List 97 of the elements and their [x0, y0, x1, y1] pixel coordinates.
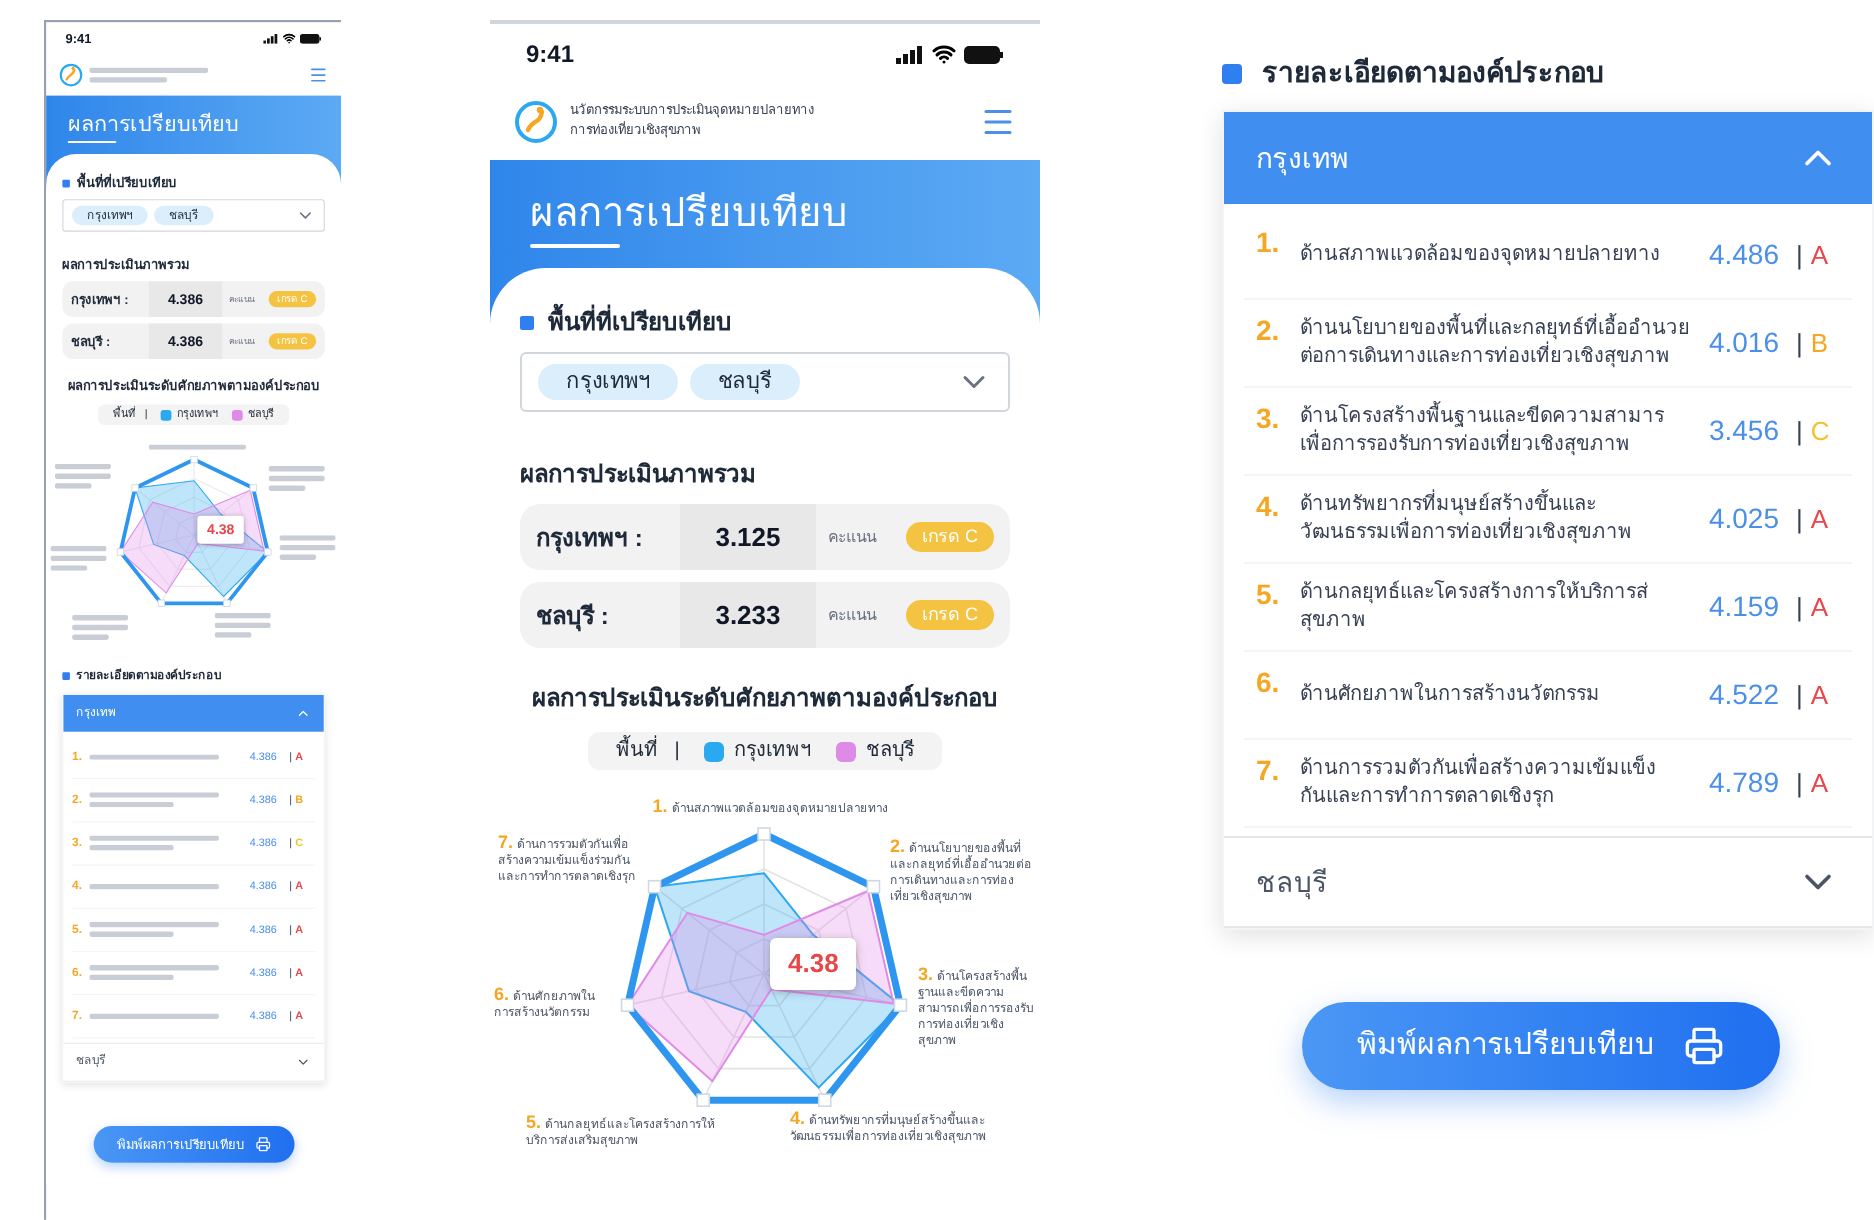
printer-icon [1683, 1026, 1723, 1066]
row-text: ด้านทรัพยากรที่มนุษย์สร้างขึ้นและ [1300, 491, 1598, 517]
text-placeholder-drawing [89, 753, 219, 760]
score-value: 3.233 [680, 582, 816, 648]
row-number: 3. [1254, 400, 1282, 438]
signal-icon [896, 45, 924, 63]
row-number: 7. [1254, 752, 1282, 790]
print-button[interactable]: พิมพ์ผลการเปรียบเทียบ [1301, 1002, 1779, 1090]
row-separator: | [1796, 677, 1803, 714]
row-text: กันและการทำการตลาดเชิงรุก [1300, 783, 1556, 811]
text-placeholder-drawing [50, 545, 107, 571]
text-placeholder-drawing [89, 792, 219, 808]
text-placeholder-drawing [148, 444, 246, 450]
legend-text: กรุงเทพฯ [733, 738, 812, 766]
row-score: 4.159 [1706, 588, 1782, 626]
battery-icon [964, 45, 1004, 63]
row-score: 4.789 [1706, 764, 1782, 802]
row-text: เพื่อการรองรับการท่องเที่ยวเชิงสุขภาพ [1300, 431, 1632, 459]
area-select[interactable]: กรุงเทพฯ ชลบุรี [520, 352, 1010, 412]
row-separator: | [1796, 589, 1803, 626]
logo-icon [59, 63, 83, 87]
legend-label: พื้นที่ [616, 736, 659, 766]
row-text: วัฒนธรรมเพื่อการท่องเที่ยวเชิงสุขภาพ [1300, 519, 1634, 547]
row-text: ด้านการรวมตัวกันเพื่อสร้างความเข้มแข็ง [1300, 755, 1658, 783]
row-text: ด้านกลยุทธ์และโครงสร้างการให้บริการส่ [1300, 579, 1650, 607]
row-score: 4.025 [1706, 500, 1782, 538]
row-separator: | [1796, 413, 1803, 450]
menu-icon[interactable] [308, 65, 329, 85]
accordion-header[interactable]: ชลบุรี [1224, 838, 1872, 926]
logo-icon [514, 100, 558, 144]
grade-badge: เกรด C [906, 599, 994, 631]
signal-icon [263, 33, 279, 44]
section-marker [62, 179, 70, 187]
section-heading: พื้นที่ที่เปรียบเทียบ [548, 304, 732, 340]
grade-badge: เกรด C [906, 521, 994, 553]
page-title: ผลการเปรียบเทียบ [530, 190, 850, 240]
text-placeholder-drawing [89, 67, 209, 83]
row-text: ด้านศักยภาพในการสร้างนวัตกรรม [1300, 681, 1602, 709]
text-placeholder-drawing [89, 965, 219, 981]
row-text: สุขภาพ [1300, 607, 1368, 635]
score-unit: คะแนน [828, 525, 876, 549]
row-number: 5. [1254, 576, 1282, 614]
section-marker [520, 315, 534, 329]
text-placeholder-drawing [89, 1013, 219, 1019]
row-score: 3.456 [1706, 412, 1782, 450]
row-number: 6. [1254, 664, 1282, 702]
battery-icon [299, 33, 322, 44]
row-grade: A [1810, 237, 1831, 274]
row-grade: A [1810, 501, 1831, 538]
row-score: 4.522 [1706, 676, 1782, 714]
area-name: กรุงเทพฯ : [536, 521, 645, 555]
legend-text: ชลบุรี [865, 737, 914, 766]
row-number: 4. [1254, 488, 1282, 526]
chart-title: ผลการประเมินระดับศักยภาพตามองค์ประกอบ [530, 682, 1000, 716]
row-grade: B [1810, 325, 1831, 362]
section-marker [62, 672, 70, 680]
section-heading: ผลการประเมินภาพรวม [520, 458, 758, 492]
text-placeholder-drawing [72, 615, 129, 640]
row-grade: A [1810, 677, 1831, 714]
row-grade: C [1810, 413, 1832, 450]
section-heading: รายละเอียดตามองค์ประกอบ [1262, 54, 1604, 92]
menu-icon[interactable] [980, 104, 1016, 140]
value-tooltip: 4.38 [770, 938, 857, 989]
row-score: 4.486 [1706, 236, 1782, 274]
row-number: 2. [1254, 312, 1282, 350]
row-separator: | [1796, 501, 1803, 538]
row-number: 1. [1254, 224, 1282, 262]
area-chip: ชลบุรี [690, 363, 800, 401]
wifi-icon [932, 42, 956, 66]
row-grade: A [1810, 589, 1831, 626]
text-placeholder-drawing [279, 535, 336, 560]
legend-separator: | [674, 738, 680, 766]
row-separator: | [1796, 325, 1803, 362]
text-placeholder-drawing [89, 921, 219, 937]
title-underline [67, 140, 117, 144]
text-placeholder-drawing [54, 463, 111, 489]
row-score: 4.016 [1706, 324, 1782, 362]
text-placeholder-drawing [89, 883, 219, 889]
text-placeholder-drawing [214, 612, 271, 638]
area-chip: กรุงเทพฯ [538, 363, 678, 401]
row-separator: | [1796, 237, 1803, 274]
area-name: ชลบุรี : [536, 599, 611, 633]
row-grade: A [1810, 765, 1831, 802]
score-unit: คะแนน [828, 603, 876, 627]
title-underline [530, 244, 620, 248]
text-placeholder-drawing [268, 466, 325, 491]
row-separator: | [1796, 765, 1803, 802]
page-title: ผลการเปรียบเทียบ [67, 110, 242, 141]
row-text: ต่อการเดินทางและการท่องเที่ยวเชิงสุขภาพ [1300, 343, 1672, 371]
status-time: 9:41 [526, 38, 575, 72]
row-text: ด้านสภาพแวดล้อมของจุดหมายปลายทาง [1300, 241, 1662, 269]
row-text: ด้านโครงสร้างพื้นฐานและขีดความสามาร [1300, 403, 1666, 429]
row-text: ด้านนโยบายของพื้นที่และกลยุทธ์ที่เอื้ออำนวย [1300, 315, 1692, 341]
wifi-icon [282, 31, 296, 45]
section-marker [1222, 63, 1242, 83]
text-placeholder-drawing [89, 835, 219, 851]
score-value: 3.125 [680, 504, 816, 570]
